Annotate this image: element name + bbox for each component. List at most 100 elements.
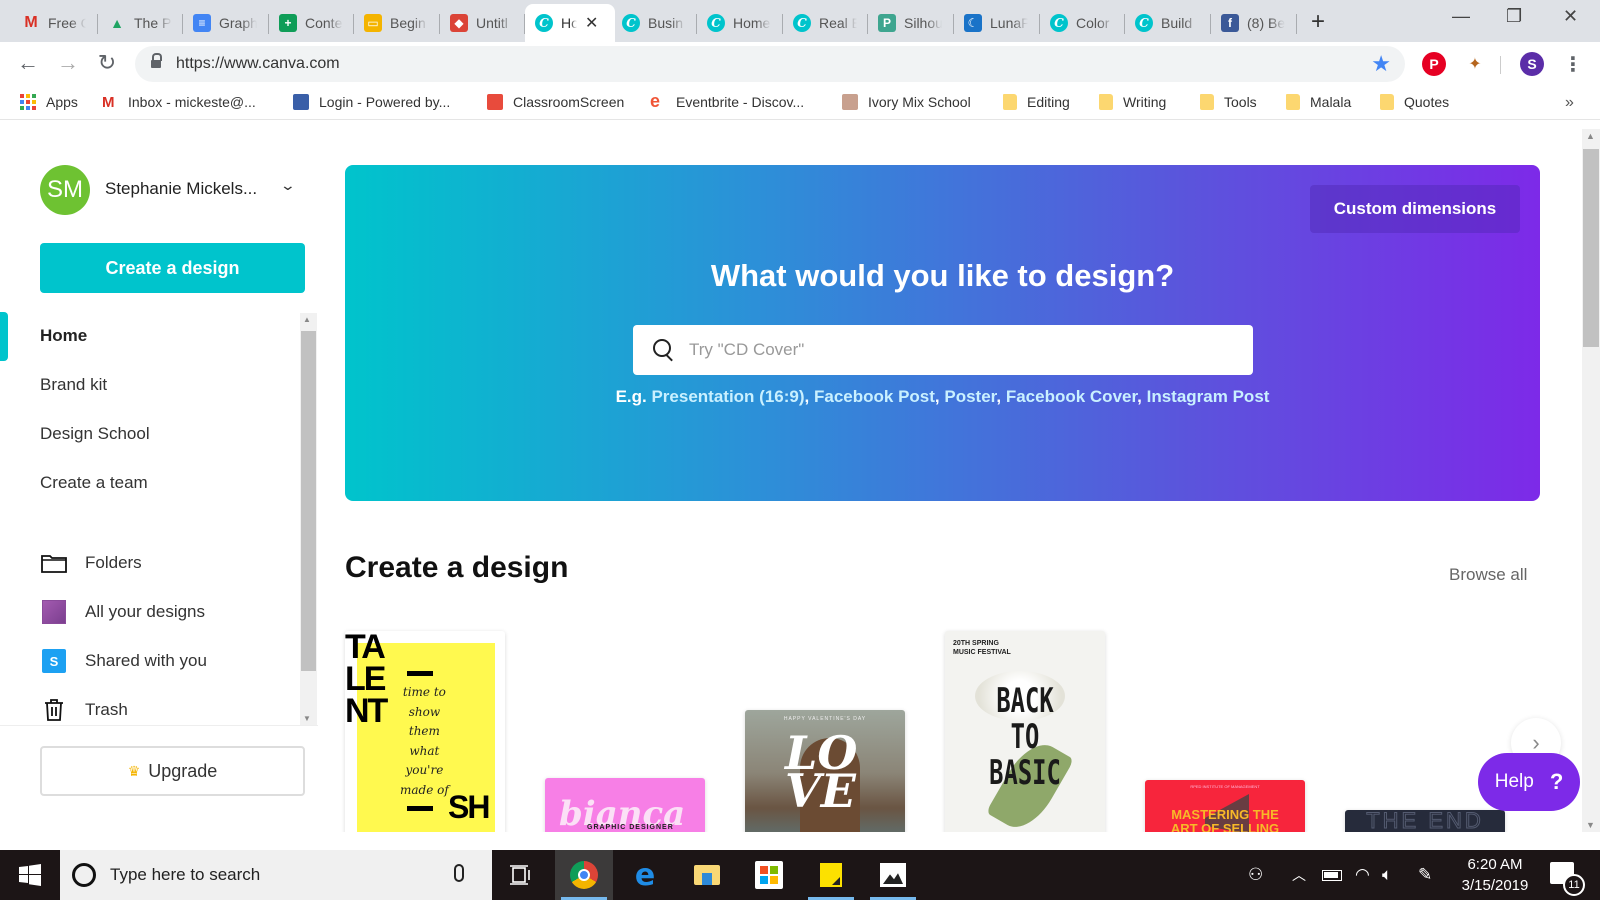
browser-tab[interactable]: + Conte xyxy=(269,4,354,42)
browser-tab[interactable]: ≡ Graph xyxy=(183,4,269,42)
browser-tab[interactable]: P Silhou xyxy=(868,4,954,42)
lunapic-icon: ☾ xyxy=(964,14,982,32)
wifi-icon[interactable]: ◠ xyxy=(1355,850,1370,900)
template-presentation[interactable]: RPED INSTITUTE OF MANAGEMENT MASTERING T… xyxy=(1145,780,1305,832)
url-text[interactable]: https://www.canva.com xyxy=(176,55,340,73)
new-tab-button[interactable]: + xyxy=(1311,8,1325,36)
photos-taskbar-button[interactable] xyxy=(864,850,922,900)
browser-tab[interactable]: M Free C xyxy=(12,4,98,42)
page-scroll-thumb[interactable] xyxy=(1583,149,1599,347)
browser-tab[interactable]: C Home xyxy=(697,4,783,42)
sticky-notes-taskbar-button[interactable] xyxy=(802,850,860,900)
bookmark-item[interactable]: Ivory Mix School xyxy=(842,94,971,110)
page-scrollbar[interactable]: ▲ ▼ xyxy=(1582,129,1600,832)
microphone-icon[interactable] xyxy=(454,864,464,882)
bookmarks-overflow-button[interactable]: » xyxy=(1565,94,1574,112)
sidebar-item-brand-kit[interactable]: Brand kit xyxy=(40,375,107,395)
browser-tab[interactable]: ▲ The P xyxy=(98,4,183,42)
browser-tab[interactable]: C Build xyxy=(1125,4,1211,42)
create-design-button[interactable]: Create a design xyxy=(40,243,305,293)
browser-tab[interactable]: C Ho ✕ xyxy=(525,4,615,42)
bookmark-item[interactable]: Apps xyxy=(20,94,78,110)
browser-tab[interactable]: ◆ Untitl xyxy=(440,4,525,42)
browse-all-link[interactable]: Browse all xyxy=(1449,565,1527,585)
browser-tab[interactable]: ▭ Begin xyxy=(354,4,440,42)
restore-button[interactable]: ❐ xyxy=(1506,6,1522,27)
template-flyer[interactable]: 20TH SPRING MUSIC FESTIVAL BACK TO BASIC xyxy=(945,631,1105,832)
custom-dimensions-button[interactable]: Custom dimensions xyxy=(1310,185,1520,233)
store-taskbar-button[interactable] xyxy=(740,850,798,900)
bookmark-item[interactable]: Login - Powered by... xyxy=(293,94,450,110)
browser-tab[interactable]: ☾ LunaP xyxy=(954,4,1040,42)
forward-icon[interactable]: → xyxy=(54,50,82,76)
browser-tab-strip: M Free C ▲ The P ≡ Graph + Conte ▭ Begin ◆ Untitl C H… xyxy=(0,0,1600,42)
bookmark-item[interactable]: Malala xyxy=(1286,94,1351,110)
close-window-button[interactable]: ✕ xyxy=(1563,6,1578,27)
browser-tab[interactable]: f (8) Be xyxy=(1211,4,1297,42)
bookmark-item[interactable]: e Eventbrite - Discov... xyxy=(650,92,804,110)
canva-icon: C xyxy=(793,14,811,32)
sidebar-item-design-school[interactable]: Design School xyxy=(40,424,150,444)
battery-icon[interactable] xyxy=(1322,850,1342,900)
pinterest-extension-icon[interactable]: P xyxy=(1422,52,1446,76)
file-explorer-taskbar-button[interactable] xyxy=(678,850,736,900)
sidebar-item-home[interactable]: Home xyxy=(40,326,87,346)
browser-tab[interactable]: C Busin xyxy=(612,4,697,42)
task-view-button[interactable] xyxy=(492,850,550,900)
system-clock[interactable]: 6:20 AM 3/15/2019 xyxy=(1450,854,1540,896)
design-search-box[interactable] xyxy=(633,325,1253,375)
taskbar-search-input[interactable] xyxy=(110,865,440,885)
sidebar-item-create-team[interactable]: Create a team xyxy=(40,473,148,493)
suggestion-presentation[interactable]: Presentation (16:9) xyxy=(651,387,804,406)
browser-menu-icon[interactable]: ⋮ xyxy=(1563,52,1583,77)
template-business-card[interactable]: bianca GRAPHIC DESIGNER xyxy=(545,778,705,832)
suggestion-facebook-post[interactable]: Facebook Post xyxy=(814,387,935,406)
sidebar-item-trash[interactable]: Trash xyxy=(40,697,128,723)
volume-icon[interactable]: 🔈︎ xyxy=(1382,850,1392,900)
close-tab-icon[interactable]: ✕ xyxy=(585,13,598,33)
design-search-input[interactable] xyxy=(689,340,1229,360)
sidebar-item-folders[interactable]: Folders xyxy=(40,550,142,576)
chrome-taskbar-button[interactable] xyxy=(555,850,613,900)
user-name[interactable]: Stephanie Mickels... xyxy=(105,179,257,199)
bookmark-item[interactable]: Quotes xyxy=(1380,94,1449,110)
people-icon[interactable]: ⚇ xyxy=(1248,850,1263,900)
active-nav-indicator xyxy=(0,312,8,361)
bookmark-item[interactable]: ClassroomScreen xyxy=(487,94,624,110)
suggestion-instagram-post[interactable]: Instagram Post xyxy=(1147,387,1270,406)
reload-icon[interactable]: ↻ xyxy=(93,50,121,76)
edge-taskbar-button[interactable]: e xyxy=(616,850,674,900)
pen-workspace-icon[interactable]: ✎ xyxy=(1418,850,1432,900)
browser-tab[interactable]: C Color xyxy=(1040,4,1125,42)
taskbar-search[interactable] xyxy=(60,850,492,900)
browser-tab[interactable]: C Real E xyxy=(783,4,868,42)
suggestion-facebook-cover[interactable]: Facebook Cover xyxy=(1006,387,1137,406)
mascot-extension-icon[interactable]: ✦ xyxy=(1463,52,1487,76)
edge-icon: e xyxy=(634,857,656,893)
address-bar[interactable]: https://www.canva.com ★ xyxy=(135,46,1405,82)
back-icon[interactable]: ← xyxy=(14,50,42,76)
clock-date: 3/15/2019 xyxy=(1461,877,1529,894)
start-button[interactable] xyxy=(0,850,60,900)
bookmark-star-icon[interactable]: ★ xyxy=(1371,51,1391,77)
template-poster[interactable]: TA LE NT time to show them what you're made of … xyxy=(345,631,505,832)
profile-avatar[interactable]: S xyxy=(1520,52,1544,76)
sidebar-scrollbar[interactable]: ▲ ▼ xyxy=(300,313,317,725)
sidebar-item-all-designs[interactable]: All your designs xyxy=(40,599,205,625)
bookmark-item[interactable]: Editing xyxy=(1003,94,1070,110)
minimize-button[interactable]: — xyxy=(1452,6,1470,27)
suggestion-poster[interactable]: Poster xyxy=(944,387,996,406)
bookmark-item[interactable]: Writing xyxy=(1099,94,1166,110)
bookmark-item[interactable]: Tools xyxy=(1200,94,1257,110)
bookmark-label: Tools xyxy=(1224,94,1257,110)
sidebar-scroll-thumb[interactable] xyxy=(301,331,316,671)
template-invitation[interactable]: THE END NICK EVANS' BACHELOR PARTY xyxy=(1345,810,1505,832)
help-button[interactable]: Help ? xyxy=(1478,753,1580,811)
bookmark-item[interactable]: M Inbox - mickeste@... xyxy=(102,94,256,111)
upgrade-button[interactable]: ♛ Upgrade xyxy=(40,746,305,796)
template-card[interactable]: HAPPY VALENTINE'S DAY LO VE xyxy=(745,710,905,832)
chevron-down-icon[interactable]: ⌄ xyxy=(280,177,296,194)
show-hidden-icons[interactable]: ︿ xyxy=(1292,850,1306,900)
user-avatar[interactable]: SM xyxy=(40,165,90,215)
sidebar-item-shared[interactable]: S Shared with you xyxy=(40,648,207,674)
